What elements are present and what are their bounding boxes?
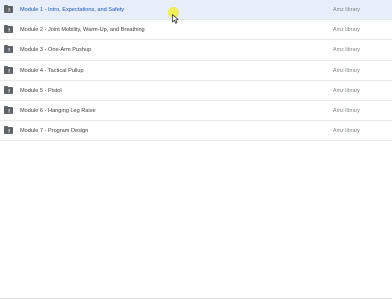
file-name: Module 4 - Tactical Pullup bbox=[20, 67, 84, 74]
file-row-module-5[interactable]: Module 5 - Pistol Amz library bbox=[0, 81, 392, 101]
shared-folder-icon bbox=[4, 45, 13, 54]
file-name: Module 3 - One-Arm Pushup bbox=[20, 47, 92, 54]
file-row-module-7[interactable]: Module 7 - Program Design Amz library bbox=[0, 121, 392, 142]
shared-folder-icon bbox=[4, 25, 13, 34]
file-owner: Amz library bbox=[333, 47, 360, 54]
shared-folder-icon bbox=[4, 85, 13, 94]
file-row-module-6[interactable]: Module 6 - Hanging Leg Raise Amz library bbox=[0, 101, 392, 122]
file-owner: Amz library bbox=[333, 128, 360, 135]
shared-folder-icon bbox=[4, 65, 13, 74]
file-row-module-3[interactable]: Module 3 - One-Arm Pushup Amz library bbox=[0, 40, 392, 61]
file-owner: Amz library bbox=[333, 107, 360, 114]
file-list: Module 1 - Intro, Expectations, and Safe… bbox=[0, 0, 392, 142]
file-name: Module 6 - Hanging Leg Raise bbox=[20, 107, 96, 114]
file-row-module-1[interactable]: Module 1 - Intro, Expectations, and Safe… bbox=[0, 0, 392, 21]
file-name: Module 1 - Intro, Expectations, and Safe… bbox=[20, 7, 125, 13]
file-row-module-2[interactable]: Module 2 - Joint Mobility, Warm-Up, and … bbox=[0, 20, 392, 41]
divider bbox=[0, 298, 392, 299]
file-owner: Amz library bbox=[333, 67, 360, 74]
file-owner: Amz library bbox=[333, 87, 360, 94]
shared-folder-icon bbox=[4, 105, 13, 114]
mouse-cursor-icon bbox=[172, 11, 179, 24]
file-row-module-4[interactable]: Module 4 - Tactical Pullup Amz library bbox=[0, 61, 392, 81]
file-name: Module 7 - Program Design bbox=[20, 128, 89, 135]
shared-folder-icon bbox=[4, 5, 13, 13]
file-name: Module 5 - Pistol bbox=[20, 87, 62, 94]
shared-folder-icon bbox=[4, 126, 13, 135]
file-owner: Amz library bbox=[333, 27, 360, 34]
file-owner: Amz library bbox=[333, 7, 360, 13]
file-name: Module 2 - Joint Mobility, Warm-Up, and … bbox=[20, 27, 145, 34]
